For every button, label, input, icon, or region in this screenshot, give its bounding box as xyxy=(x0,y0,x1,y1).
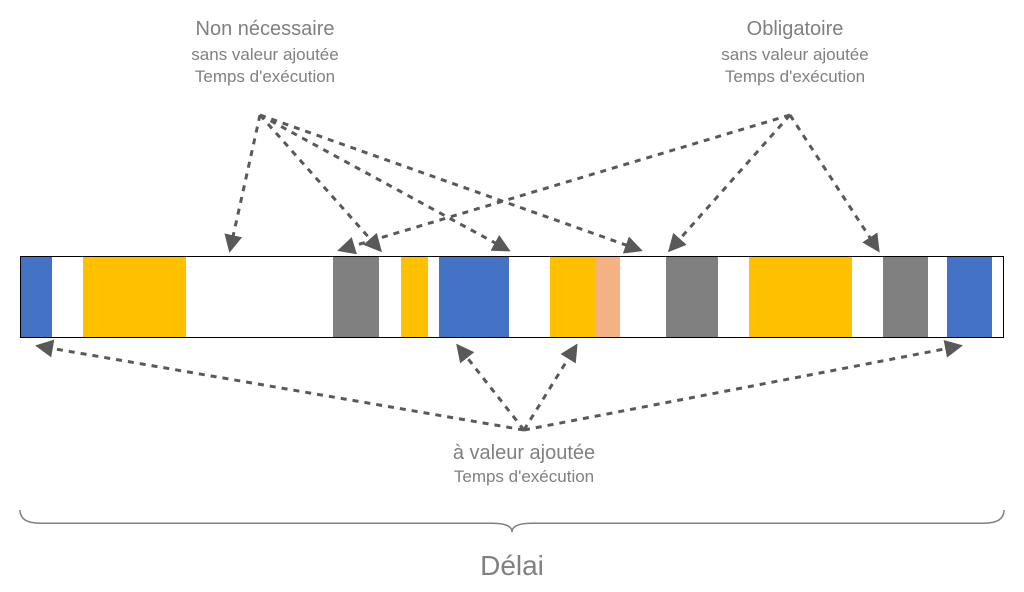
arrow-valueadded-2 xyxy=(524,346,576,430)
segment-white xyxy=(992,257,1002,337)
arrow-nonnecessary-2 xyxy=(260,115,508,250)
lead-time-diagram: Non nécessaire sans valeur ajoutée Temps… xyxy=(0,0,1024,592)
arrow-mandatory-0 xyxy=(340,115,790,250)
label-top-left-line2: sans valeur ajoutée xyxy=(160,45,370,65)
segment-gray xyxy=(666,257,718,337)
segment-white xyxy=(52,257,83,337)
segment-white xyxy=(852,257,883,337)
segment-gray xyxy=(333,257,378,337)
timeline-bar xyxy=(20,256,1004,338)
segment-white xyxy=(509,257,550,337)
segment-white xyxy=(718,257,749,337)
label-top-right-line1: Obligatoire xyxy=(690,18,900,41)
label-top-left: Non nécessaire sans valeur ajoutée Temps… xyxy=(160,18,370,87)
segment-peach xyxy=(596,257,621,337)
arrow-mandatory-2 xyxy=(790,115,878,250)
label-bottom-mid-line2: Temps d'exécution xyxy=(414,467,634,487)
segment-white xyxy=(186,257,333,337)
segment-yellow xyxy=(749,257,852,337)
label-top-right: Obligatoire sans valeur ajoutée Temps d'… xyxy=(690,18,900,87)
arrow-mandatory-1 xyxy=(670,115,790,250)
label-top-right-line3: Temps d'exécution xyxy=(690,67,900,87)
label-top-right-line2: sans valeur ajoutée xyxy=(690,45,900,65)
segment-white xyxy=(620,257,665,337)
arrow-valueadded-0 xyxy=(38,346,524,430)
segment-white xyxy=(428,257,438,337)
label-top-left-line1: Non nécessaire xyxy=(160,18,370,41)
label-top-left-line3: Temps d'exécution xyxy=(160,67,370,87)
label-delai: Délai xyxy=(462,550,562,582)
segment-blue xyxy=(439,257,509,337)
label-bottom-mid: à valeur ajoutée Temps d'exécution xyxy=(414,442,634,487)
arrow-nonnecessary-0 xyxy=(230,115,260,250)
arrow-valueadded-3 xyxy=(524,346,960,430)
segment-yellow xyxy=(401,257,428,337)
segment-yellow xyxy=(550,257,595,337)
segment-yellow xyxy=(83,257,186,337)
segment-gray xyxy=(883,257,928,337)
arrow-nonnecessary-1 xyxy=(260,115,380,250)
arrow-nonnecessary-3 xyxy=(260,115,640,250)
segment-blue xyxy=(21,257,52,337)
label-bottom-mid-line1: à valeur ajoutée xyxy=(414,442,634,465)
segment-white xyxy=(379,257,402,337)
arrow-valueadded-1 xyxy=(458,346,524,430)
delai-brace xyxy=(20,510,1004,532)
segment-blue xyxy=(947,257,992,337)
segment-white xyxy=(928,257,947,337)
